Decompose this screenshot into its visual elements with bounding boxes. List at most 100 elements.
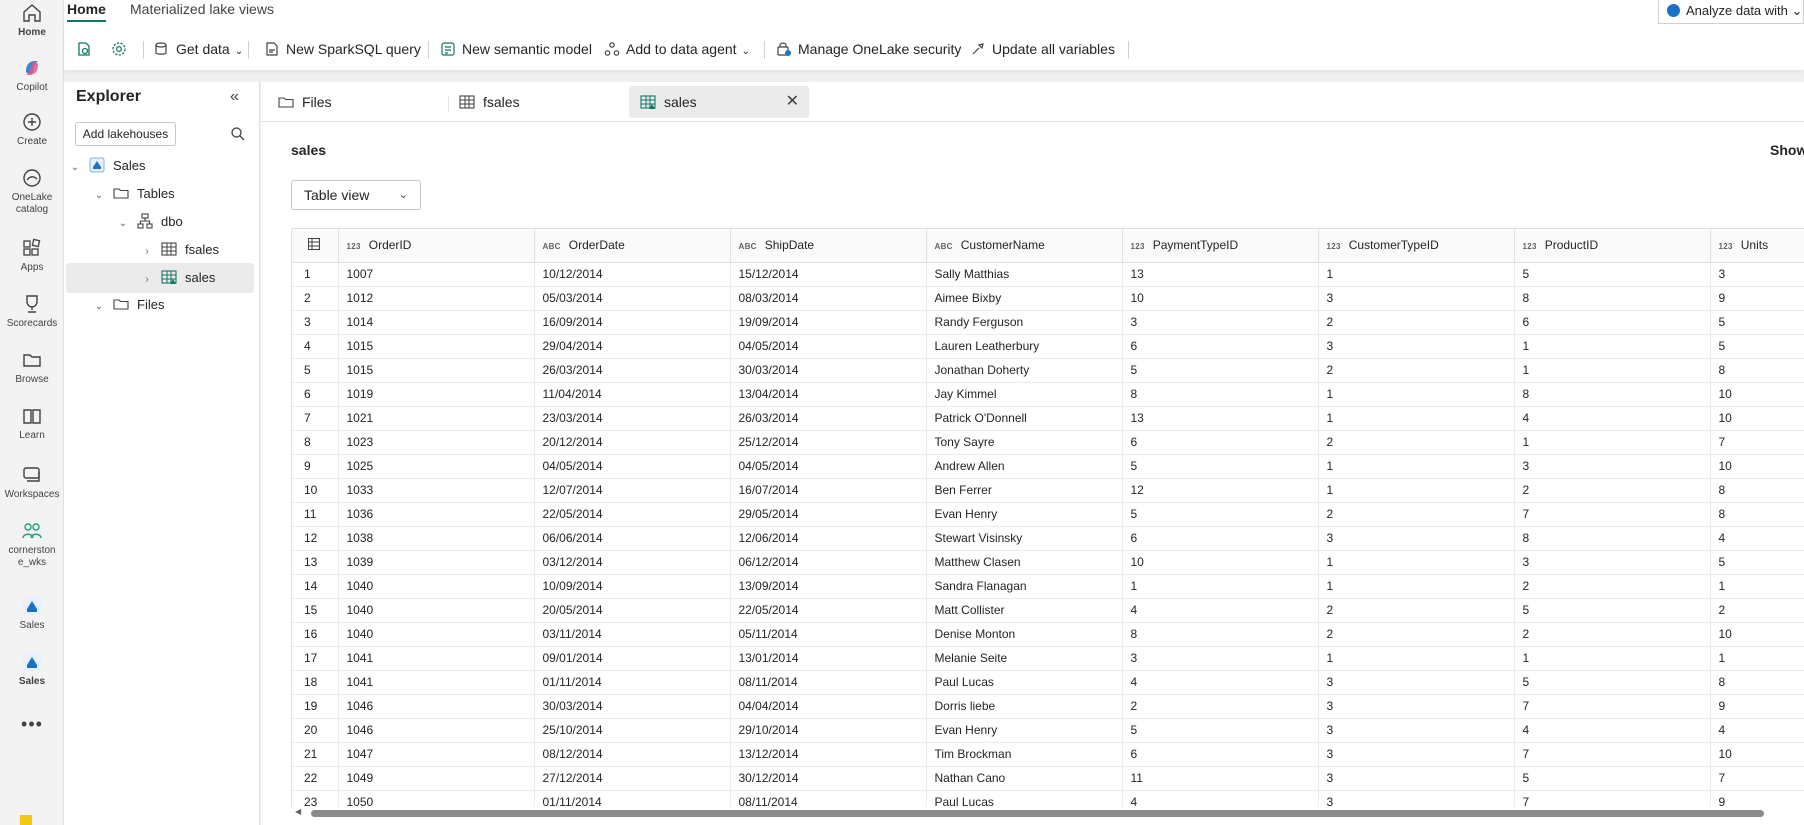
table-cell[interactable]: 10	[1122, 550, 1319, 575]
rail-browse[interactable]: Browse	[0, 349, 64, 386]
table-cell[interactable]: 1	[1318, 478, 1515, 503]
table-cell[interactable]: 8	[1122, 382, 1319, 407]
table-cell[interactable]: 2	[1514, 574, 1711, 599]
rail-create[interactable]: Create	[0, 111, 64, 148]
table-cell[interactable]: 1038	[338, 526, 535, 551]
table-cell[interactable]: 1041	[338, 646, 535, 671]
add-lakehouses-button[interactable]: Add lakehouses	[75, 122, 176, 146]
table-cell[interactable]: 5	[1122, 454, 1319, 479]
table-cell[interactable]: 08/11/2014	[730, 670, 927, 695]
table-cell[interactable]: 05/11/2014	[730, 622, 927, 647]
table-cell[interactable]: Sally Matthias	[926, 262, 1123, 287]
table-cell[interactable]: 1	[1318, 646, 1515, 671]
table-cell[interactable]: 08/03/2014	[730, 286, 927, 311]
table-cell[interactable]: 22/05/2014	[730, 598, 927, 623]
table-cell[interactable]: 1039	[338, 550, 535, 575]
column-header[interactable]: ABC CustomerName	[926, 229, 1123, 263]
table-cell[interactable]: 4	[1122, 790, 1319, 807]
table-cell[interactable]: 1	[1318, 406, 1515, 431]
tree-item-fsales[interactable]: › fsales	[64, 235, 252, 265]
table-cell[interactable]: 22/05/2014	[534, 502, 731, 527]
table-cell[interactable]: 5	[1514, 262, 1711, 287]
scroll-left-icon[interactable]: ◀	[295, 807, 301, 816]
table-cell[interactable]: 7	[1710, 430, 1804, 455]
table-cell[interactable]: 5	[1514, 766, 1711, 791]
rail-copilot[interactable]: Copilot	[0, 57, 64, 94]
table-row[interactable]: 9 1025 04/05/2014 04/05/2014 Andrew Allen 5 1 3…	[292, 454, 1804, 479]
table-cell[interactable]: Sandra Flanagan	[926, 574, 1123, 599]
table-cell[interactable]: 1046	[338, 718, 535, 743]
table-cell[interactable]: 20/12/2014	[534, 430, 731, 455]
table-cell[interactable]: 1023	[338, 430, 535, 455]
tree-item-dbo[interactable]: ⌄ dbo	[64, 207, 252, 237]
column-header[interactable]: ABC OrderDate	[534, 229, 731, 263]
table-row[interactable]: 15 1040 20/05/2014 22/05/2014 Matt Collister…	[292, 598, 1804, 623]
table-cell[interactable]: Lauren Leatherbury	[926, 334, 1123, 359]
table-cell[interactable]: 9	[1710, 790, 1804, 807]
table-cell[interactable]: 3	[1514, 550, 1711, 575]
table-cell[interactable]: 2	[1318, 598, 1515, 623]
get-data-button[interactable]: Get data ⌄	[154, 37, 243, 61]
table-cell[interactable]: 09/01/2014	[534, 646, 731, 671]
table-cell[interactable]: 20/05/2014	[534, 598, 731, 623]
table-cell[interactable]: 6	[1122, 526, 1319, 551]
table-row[interactable]: 2 1012 05/03/2014 08/03/2014 Aimee Bixby 10 3 8…	[292, 286, 1804, 311]
table-cell[interactable]: 4	[1514, 406, 1711, 431]
table-cell[interactable]: Tim Brockman	[926, 742, 1123, 767]
table-row[interactable]: 21 1047 08/12/2014 13/12/2014 Tim Brockman 6 3…	[292, 742, 1804, 767]
table-row[interactable]: 4 1015 29/04/2014 04/05/2014 Lauren Leatherb…	[292, 334, 1804, 359]
select-all-icon[interactable]	[292, 229, 339, 263]
table-cell[interactable]: 6	[1122, 334, 1319, 359]
column-header[interactable]: ABC ShipDate	[730, 229, 927, 263]
search-icon[interactable]	[230, 126, 246, 142]
table-cell[interactable]: 10	[1710, 742, 1804, 767]
table-cell[interactable]: 6	[1514, 310, 1711, 335]
table-cell[interactable]: 2	[1318, 502, 1515, 527]
table-cell[interactable]: 29/05/2014	[730, 502, 927, 527]
table-cell[interactable]: 3	[1318, 694, 1515, 719]
table-cell[interactable]: Aimee Bixby	[926, 286, 1123, 311]
table-row[interactable]: 23 1050 01/11/2014 08/11/2014 Paul Lucas 4 3 7 9	[292, 790, 1804, 807]
table-cell[interactable]: 04/05/2014	[730, 454, 927, 479]
table-cell[interactable]: 8	[1514, 286, 1711, 311]
table-cell[interactable]: 04/05/2014	[534, 454, 731, 479]
table-cell[interactable]: 13	[1122, 406, 1319, 431]
table-cell[interactable]: 7	[1514, 790, 1711, 807]
table-cell[interactable]: 03/11/2014	[534, 622, 731, 647]
table-cell[interactable]: 1	[1514, 646, 1711, 671]
table-row[interactable]: 7 1021 23/03/2014 26/03/2014 Patrick O'Donne…	[292, 406, 1804, 431]
table-cell[interactable]: 2	[1318, 430, 1515, 455]
table-cell[interactable]: Melanie Seite	[926, 646, 1123, 671]
column-header[interactable]: 123 Units	[1710, 229, 1804, 263]
table-cell[interactable]: 8	[1710, 358, 1804, 383]
table-cell[interactable]: 5	[1122, 358, 1319, 383]
rail-home[interactable]: Home	[0, 2, 64, 39]
table-cell[interactable]: 05/03/2014	[534, 286, 731, 311]
rail-scorecards[interactable]: Scorecards	[0, 293, 64, 330]
table-cell[interactable]: 10	[1710, 454, 1804, 479]
table-cell[interactable]: 3	[1122, 310, 1319, 335]
table-cell[interactable]: 7	[1514, 502, 1711, 527]
table-cell[interactable]: 01/11/2014	[534, 670, 731, 695]
tree-item-sales-lakehouse[interactable]: ⌄ Sales	[64, 151, 252, 181]
table-cell[interactable]: 1	[1514, 334, 1711, 359]
column-header[interactable]: 123 OrderID	[338, 229, 535, 263]
table-cell[interactable]: 13/04/2014	[730, 382, 927, 407]
table-cell[interactable]: 15/12/2014	[730, 262, 927, 287]
table-cell[interactable]: 8	[1514, 526, 1711, 551]
table-cell[interactable]: 12/06/2014	[730, 526, 927, 551]
table-cell[interactable]: 12	[1122, 478, 1319, 503]
more-icon[interactable]: •••	[0, 714, 64, 735]
table-cell[interactable]: 4	[1710, 526, 1804, 551]
table-cell[interactable]: 5	[1122, 718, 1319, 743]
table-cell[interactable]: 13/01/2014	[730, 646, 927, 671]
table-cell[interactable]: 2	[1318, 310, 1515, 335]
table-row[interactable]: 8 1023 20/12/2014 25/12/2014 Tony Sayre 6 2 1 7	[292, 430, 1804, 455]
doc-tab-fsales[interactable]: fsales	[459, 86, 609, 118]
table-cell[interactable]: 25/12/2014	[730, 430, 927, 455]
table-row[interactable]: 13 1039 03/12/2014 06/12/2014 Matthew Clasen…	[292, 550, 1804, 575]
table-row[interactable]: 12 1038 06/06/2014 12/06/2014 Stewart Visins…	[292, 526, 1804, 551]
table-row[interactable]: 3 1014 16/09/2014 19/09/2014 Randy Ferguson 3…	[292, 310, 1804, 335]
table-cell[interactable]: 1036	[338, 502, 535, 527]
doc-tab-files[interactable]: Files	[278, 86, 428, 118]
